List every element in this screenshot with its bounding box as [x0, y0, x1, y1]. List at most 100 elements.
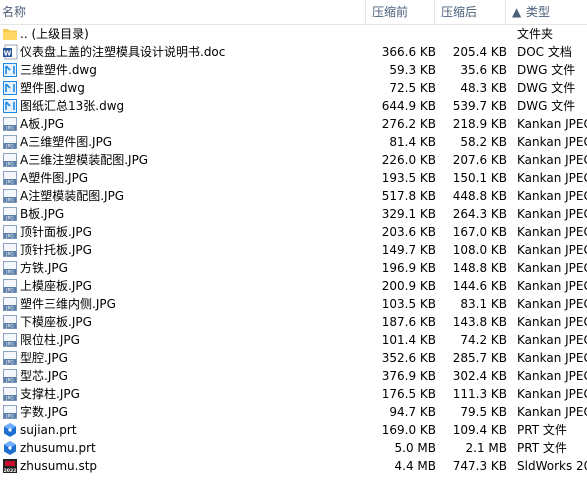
file-row[interactable]: JPG 限位柱.JPG 101.4 KB 74.2 KB Kankan JPEG [0, 331, 587, 349]
file-name-cell: JPG 顶针面板.JPG [0, 223, 380, 241]
original-size [380, 25, 436, 43]
file-row[interactable]: sujian.prt 169.0 KB 109.4 KB PRT 文件 [0, 421, 587, 439]
prt-icon [2, 440, 18, 456]
column-divider[interactable] [365, 0, 366, 24]
compressed-size: 207.6 KB [452, 153, 507, 167]
column-divider[interactable] [434, 0, 435, 24]
file-name: 字数.JPG [20, 405, 68, 419]
original-size: 196.9 KB [381, 261, 436, 275]
jpg-icon: JPG [2, 386, 18, 402]
file-type: SldWorks 20 [517, 459, 587, 473]
file-row[interactable]: JPG A三维注塑模装配图.JPG 226.0 KB 207.6 KB Kank… [0, 151, 587, 169]
file-row[interactable]: JPG 支撑柱.JPG 176.5 KB 111.3 KB Kankan JPE… [0, 385, 587, 403]
compressed-size: 264.3 KB [452, 207, 507, 221]
file-name-cell: JPG B板.JPG [0, 205, 380, 223]
file-row[interactable]: JPG B板.JPG 329.1 KB 264.3 KB Kankan JPEG [0, 205, 587, 223]
file-type: DWG 文件 [517, 81, 576, 95]
compressed-size: 302.4 KB [452, 369, 507, 383]
svg-text:JPG: JPG [5, 198, 14, 204]
svg-text:JPG: JPG [5, 216, 14, 222]
file-row[interactable]: JPG 下模座板.JPG 187.6 KB 143.8 KB Kankan JP… [0, 313, 587, 331]
svg-text:JPG: JPG [5, 252, 14, 258]
svg-text:JPG: JPG [5, 162, 14, 168]
word-doc-icon: W [2, 44, 18, 60]
svg-text:JPG: JPG [5, 342, 14, 348]
file-row[interactable]: JPG 型芯.JPG 376.9 KB 302.4 KB Kankan JPEG [0, 367, 587, 385]
file-type: PRT 文件 [517, 423, 567, 437]
original-size: 72.5 KB [389, 81, 436, 95]
file-row[interactable]: JPG 塑件三维内侧.JPG 103.5 KB 83.1 KB Kankan J… [0, 295, 587, 313]
file-type: Kankan JPEG [517, 369, 587, 383]
file-type: Kankan JPEG [517, 153, 587, 167]
file-row[interactable]: JPG 方铁.JPG 196.9 KB 148.8 KB Kankan JPEG [0, 259, 587, 277]
jpg-icon: JPG [2, 314, 18, 330]
file-name-cell: JPG A板.JPG [0, 115, 380, 133]
compressed-size: 143.8 KB [452, 315, 507, 329]
file-row[interactable]: JPG 型腔.JPG 352.6 KB 285.7 KB Kankan JPEG [0, 349, 587, 367]
file-row[interactable]: 塑件图.dwg 72.5 KB 48.3 KB DWG 文件 [0, 79, 587, 97]
file-type: Kankan JPEG [517, 207, 587, 221]
file-row[interactable]: JPG A塑件图.JPG 193.5 KB 150.1 KB Kankan JP… [0, 169, 587, 187]
file-type: Kankan JPEG [517, 189, 587, 203]
compressed-size: 111.3 KB [452, 387, 507, 401]
file-name-cell: JPG A注塑模装配图.JPG [0, 187, 380, 205]
file-type: Kankan JPEG [517, 135, 587, 149]
file-name-cell: sujian.prt [0, 421, 380, 439]
file-row[interactable]: zhusumu.prt 5.0 MB 2.1 MB PRT 文件 [0, 439, 587, 457]
svg-text:JPG: JPG [5, 288, 14, 294]
file-name-cell: JPG 方铁.JPG [0, 259, 380, 277]
column-header-name[interactable]: 名称 [2, 0, 26, 24]
file-type: 文件夹 [517, 27, 554, 41]
file-row[interactable]: JPG 上模座板.JPG 200.9 KB 144.6 KB Kankan JP… [0, 277, 587, 295]
file-name: 型腔.JPG [20, 351, 68, 365]
column-divider[interactable] [505, 0, 506, 24]
jpg-icon: JPG [2, 296, 18, 312]
file-row[interactable]: JPG 顶针托板.JPG 149.7 KB 108.0 KB Kankan JP… [0, 241, 587, 259]
file-name: 支撑柱.JPG [20, 387, 80, 401]
column-header-compressed-size[interactable]: 压缩后 [441, 0, 477, 24]
file-row[interactable]: 三维塑件.dwg 59.3 KB 35.6 KB DWG 文件 [0, 61, 587, 79]
file-name: 上模座板.JPG [20, 279, 92, 293]
svg-text:JPG: JPG [5, 360, 14, 366]
file-type: Kankan JPEG [517, 261, 587, 275]
file-row[interactable]: JPG A注塑模装配图.JPG 517.8 KB 448.8 KB Kankan… [0, 187, 587, 205]
file-name: sujian.prt [20, 423, 77, 437]
file-name: 塑件三维内侧.JPG [20, 297, 116, 311]
original-size: 517.8 KB [381, 189, 436, 203]
file-type: Kankan JPEG [517, 315, 587, 329]
column-header-type[interactable]: 类型 [526, 0, 550, 24]
file-name: 限位柱.JPG [20, 333, 80, 347]
file-name: A板.JPG [20, 117, 65, 131]
file-name-cell: 三维塑件.dwg [0, 61, 380, 79]
original-size: 329.1 KB [381, 207, 436, 221]
file-name-cell: .. (上级目录) [0, 25, 380, 43]
file-row[interactable]: 图纸汇总13张.dwg 644.9 KB 539.7 KB DWG 文件 [0, 97, 587, 115]
dwg-icon [2, 80, 18, 96]
dwg-icon [2, 62, 18, 78]
parent-directory-row[interactable]: .. (上级目录) 文件夹 [0, 25, 587, 43]
file-name-cell: W 仪表盘上盖的注塑模具设计说明书.doc [0, 43, 380, 61]
file-row[interactable]: 2022 zhusumu.stp 4.4 MB 747.3 KB SldWork… [0, 457, 587, 475]
file-name: 顶针托板.JPG [20, 243, 92, 257]
file-row[interactable]: JPG A三维塑件图.JPG 81.4 KB 58.2 KB Kankan JP… [0, 133, 587, 151]
file-name: zhusumu.stp [20, 459, 98, 473]
original-size: 203.6 KB [381, 225, 436, 239]
compressed-size: 148.8 KB [452, 261, 507, 275]
file-name: 方铁.JPG [20, 261, 68, 275]
file-row[interactable]: JPG 字数.JPG 94.7 KB 79.5 KB Kankan JPEG [0, 403, 587, 421]
column-header-original-size[interactable]: 压缩前 [372, 0, 408, 24]
compressed-size: 2.1 MB [465, 441, 507, 455]
jpg-icon: JPG [2, 350, 18, 366]
file-row[interactable]: JPG 顶针面板.JPG 203.6 KB 167.0 KB Kankan JP… [0, 223, 587, 241]
file-type: Kankan JPEG [517, 225, 587, 239]
file-name: A三维塑件图.JPG [20, 135, 113, 149]
original-size: 200.9 KB [381, 279, 436, 293]
file-name-cell: JPG 支撑柱.JPG [0, 385, 380, 403]
file-name: A注塑模装配图.JPG [20, 189, 125, 203]
file-row[interactable]: W 仪表盘上盖的注塑模具设计说明书.doc 366.6 KB 205.4 KB … [0, 43, 587, 61]
original-size: 276.2 KB [381, 117, 436, 131]
file-type: Kankan JPEG [517, 387, 587, 401]
jpg-icon: JPG [2, 188, 18, 204]
file-row[interactable]: JPG A板.JPG 276.2 KB 218.9 KB Kankan JPEG [0, 115, 587, 133]
original-size: 187.6 KB [381, 315, 436, 329]
